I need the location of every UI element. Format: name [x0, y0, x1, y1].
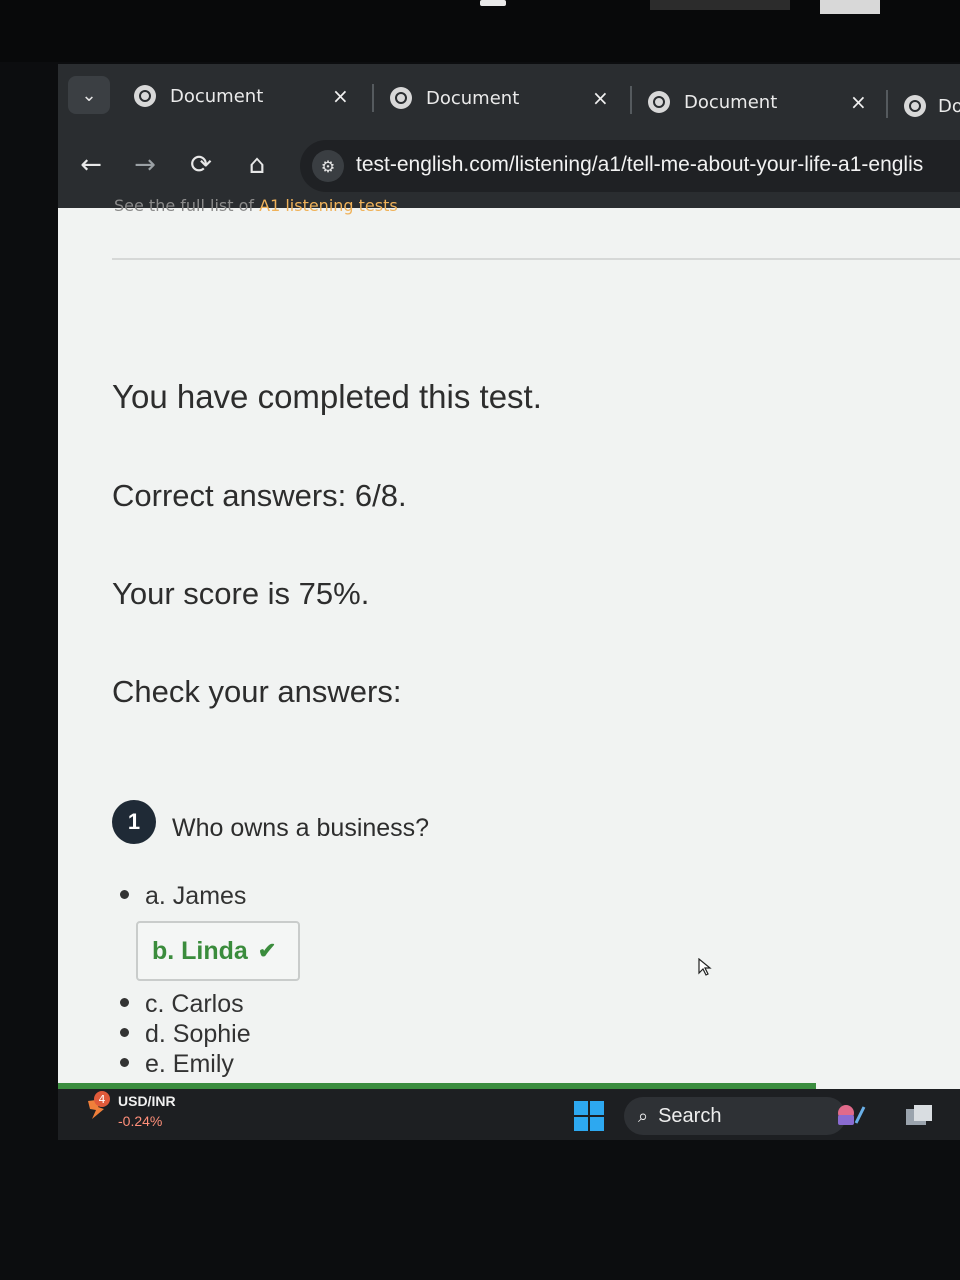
bullet [120, 997, 129, 1007]
tab-document-4[interactable]: Do [904, 86, 960, 126]
check-answers-heading: Check your answers: [112, 674, 402, 709]
notification-badge: 4 [94, 1091, 110, 1107]
home-icon: ⌂ [248, 150, 266, 180]
search-icon: ⌕ [638, 1105, 649, 1126]
question-text: Who owns a business? [172, 814, 430, 842]
browser-window: ⌄ Document × Document × Document × Do ← [58, 64, 960, 1140]
answer-option: a. James [120, 882, 246, 911]
back-button[interactable]: ← [74, 148, 108, 182]
page-content: See the full list of A1 listening tests … [58, 196, 960, 1140]
answer-option: e. Emily [120, 1050, 234, 1079]
ticker-change: -0.24% [118, 1113, 163, 1129]
bullet [120, 1027, 129, 1037]
close-icon[interactable]: × [850, 90, 867, 114]
full-list-text: See the full list of A1 listening tests [114, 196, 398, 215]
question-number-badge: 1 [112, 800, 156, 844]
chevron-down-icon: ⌄ [81, 84, 97, 106]
glare [650, 0, 790, 10]
paint-app-icon[interactable] [832, 1101, 866, 1129]
tab-separator [886, 90, 888, 118]
bullet [120, 889, 129, 899]
windows-logo-icon [574, 1101, 588, 1115]
tab-document-2[interactable]: Document × [390, 78, 620, 118]
option-label: e. Emily [145, 1050, 234, 1078]
option-label: a. James [145, 882, 247, 910]
tab-separator [372, 84, 374, 112]
globe-icon [648, 91, 670, 113]
option-label: b. Linda [152, 936, 248, 965]
glare [820, 0, 880, 14]
globe-icon [904, 95, 926, 117]
full-list-prefix: See the full list of [114, 196, 260, 215]
bullet [120, 1057, 129, 1067]
site-info-button[interactable]: ⚙ [312, 150, 344, 182]
home-button[interactable]: ⌂ [240, 148, 274, 182]
tab-strip: ⌄ Document × Document × Document × Do [58, 64, 960, 130]
tab-separator [630, 86, 632, 114]
completed-message: You have completed this test. [112, 378, 542, 415]
mouse-pointer-icon [698, 958, 712, 976]
checkmark-icon: ✔ [257, 938, 277, 963]
taskbar-search[interactable]: ⌕ Search [624, 1097, 846, 1135]
answer-option: c. Carlos [120, 990, 244, 1019]
correct-answer-box: b. Linda ✔ [136, 921, 300, 981]
url-text[interactable]: test-english.com/listening/a1/tell-me-ab… [356, 153, 923, 177]
tab-title: Document [684, 91, 778, 113]
tab-title: Do [938, 95, 960, 117]
start-button[interactable] [574, 1101, 604, 1131]
app-window-icon[interactable] [904, 1103, 934, 1129]
tab-title: Document [426, 87, 520, 109]
close-icon[interactable]: × [592, 86, 609, 110]
taskbar: 4 USD/INR -0.24% ⌕ Search [58, 1089, 960, 1140]
globe-icon [390, 87, 412, 109]
answer-option: d. Sophie [120, 1020, 251, 1049]
tab-document-1[interactable]: Document × [134, 76, 354, 116]
globe-icon [134, 85, 156, 107]
close-icon[interactable]: × [332, 84, 349, 108]
arrow-left-icon: ← [80, 150, 102, 180]
reload-button[interactable]: ⟳ [184, 148, 218, 182]
divider [112, 258, 960, 260]
address-bar[interactable]: ⚙ test-english.com/listening/a1/tell-me-… [300, 140, 960, 192]
glare [480, 0, 506, 6]
correct-answers-text: Correct answers: 6/8. [112, 478, 407, 513]
tab-title: Document [170, 85, 264, 107]
a1-listening-tests-link[interactable]: A1 listening tests [259, 196, 398, 215]
tab-search-dropdown-button[interactable]: ⌄ [68, 76, 110, 114]
search-label: Search [658, 1104, 722, 1127]
option-label: d. Sophie [145, 1020, 251, 1048]
tab-document-3[interactable]: Document × [648, 82, 878, 122]
forward-button[interactable]: → [128, 148, 162, 182]
arrow-right-icon: → [134, 150, 156, 180]
tune-icon: ⚙ [320, 156, 336, 176]
monitor-bezel [0, 0, 960, 62]
score-text: Your score is 75%. [112, 576, 370, 611]
option-label: c. Carlos [145, 990, 244, 1018]
reload-icon: ⟳ [190, 150, 212, 180]
ticker-name[interactable]: USD/INR [118, 1093, 176, 1109]
